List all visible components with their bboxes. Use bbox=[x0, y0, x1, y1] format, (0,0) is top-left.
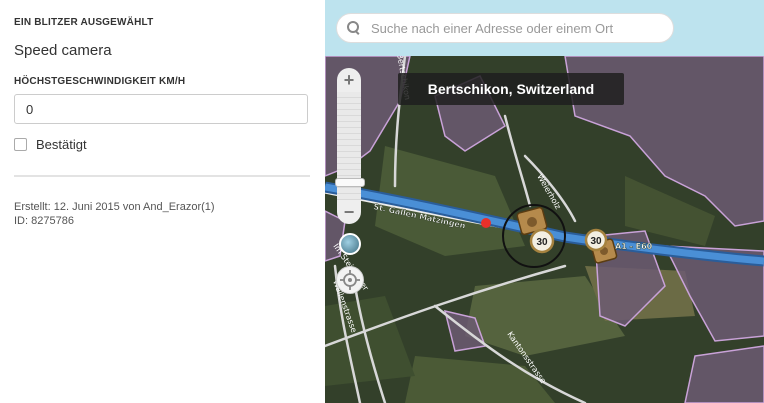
camera-id: ID: 8275786 bbox=[14, 215, 74, 227]
divider bbox=[14, 175, 310, 177]
selected-point-marker[interactable] bbox=[481, 218, 491, 228]
map-view[interactable]: St. Gallen Matzingen A1 - E60 Weierholz … bbox=[325, 0, 764, 403]
satellite-map[interactable]: St. Gallen Matzingen A1 - E60 Weierholz … bbox=[325, 56, 764, 403]
camera-metadata: Erstellt: 12. Juni 2015 von And_Erazor(1… bbox=[14, 200, 215, 228]
layer-icon[interactable] bbox=[339, 233, 361, 255]
location-label: Bertschikon, Switzerland bbox=[398, 73, 624, 105]
speed-limit-label: HÖCHSTGESCHWINDIGKEIT KM/H bbox=[14, 76, 186, 87]
zoom-control[interactable]: + − bbox=[335, 68, 365, 224]
zoom-out-button[interactable]: − bbox=[337, 200, 361, 224]
camera-speed-badge-2: 30 bbox=[590, 236, 602, 247]
confirmed-row[interactable]: Bestätigt bbox=[14, 137, 87, 152]
search-icon bbox=[347, 21, 361, 35]
confirmed-label: Bestätigt bbox=[36, 137, 87, 152]
locate-button[interactable] bbox=[336, 266, 364, 294]
crosshair-icon bbox=[340, 270, 360, 290]
zoom-in-button[interactable]: + bbox=[337, 68, 361, 92]
search-bar[interactable] bbox=[336, 13, 674, 43]
speed-limit-input[interactable] bbox=[14, 94, 308, 124]
camera-type-label: Speed camera bbox=[14, 42, 112, 59]
confirmed-checkbox[interactable] bbox=[14, 138, 27, 151]
selected-camera-heading: EIN BLITZER AUSGEWÄHLT bbox=[14, 17, 154, 28]
road-label-highway: A1 - E60 bbox=[615, 242, 653, 251]
camera-speed-badge-1: 30 bbox=[536, 237, 548, 248]
search-input[interactable] bbox=[369, 19, 663, 37]
created-info: Erstellt: 12. Juni 2015 von And_Erazor(1… bbox=[14, 201, 215, 213]
zoom-slider-handle[interactable] bbox=[335, 178, 365, 187]
zoom-slider-track[interactable] bbox=[335, 92, 365, 200]
speed-camera-panel: EIN BLITZER AUSGEWÄHLT Speed camera HÖCH… bbox=[0, 0, 325, 403]
